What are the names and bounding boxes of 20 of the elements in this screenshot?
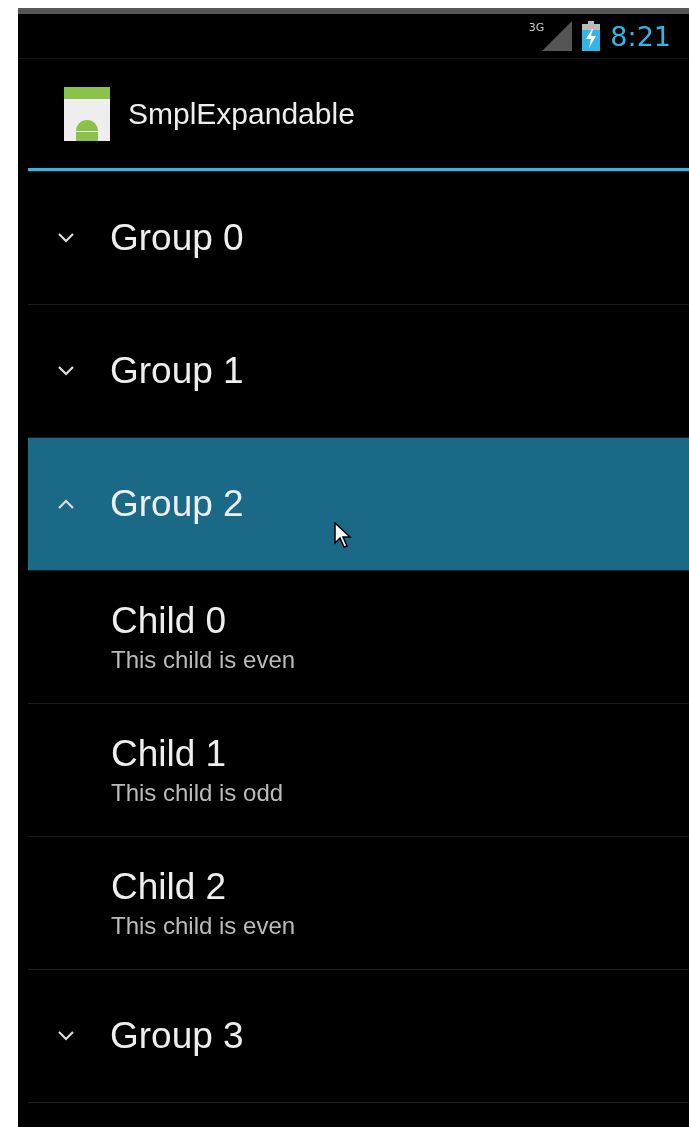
child-subtitle: This child is odd: [111, 779, 285, 807]
group-row[interactable]: Group 3: [28, 969, 689, 1102]
child-title: Child 1: [111, 733, 228, 775]
child-subtitle: This child is even: [111, 646, 297, 674]
group-title: Group 0: [110, 217, 244, 259]
app-title: SmplExpandable: [128, 96, 355, 131]
clock-time: 8:21: [610, 20, 671, 52]
child-title: Child 2: [111, 866, 228, 908]
child-title: Child 0: [111, 600, 228, 642]
app-icon: [64, 86, 110, 141]
mouse-pointer-icon: [334, 522, 352, 548]
child-subtitle: This child is even: [111, 912, 297, 940]
battery-icon: [582, 21, 601, 51]
group-row[interactable]: Group 0: [28, 171, 689, 304]
network-type: 3G: [528, 20, 545, 34]
group-row[interactable]: Group 2: [28, 437, 689, 570]
group-title: Group 2: [110, 483, 244, 525]
signal-icon: [542, 21, 573, 51]
group-title: Group 1: [110, 350, 244, 392]
group-title: Group 3: [110, 1015, 244, 1057]
